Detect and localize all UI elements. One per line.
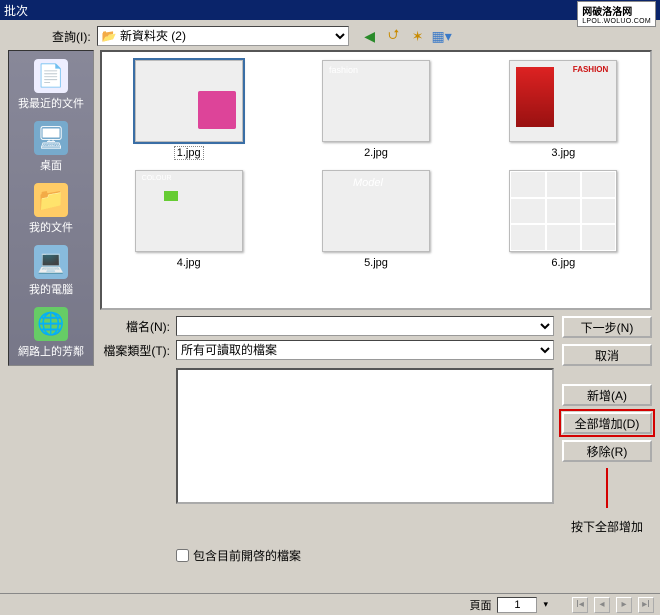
lookup-label: 查詢(I): [52, 28, 91, 45]
thumbnail-pane[interactable]: 1.jpg 2.jpg 3.jpg 4.jpg [100, 50, 652, 310]
places-sidebar: 📄 我最近的文件 🖥 桌面 📁 我的文件 💻 我的電腦 🌐 網路上 [8, 50, 94, 366]
statusbar: 頁面 ▾ I◂ ◂ ▸ ▸I [0, 593, 660, 615]
next-button[interactable]: 下一步(N) [562, 316, 652, 338]
sidebar-place-network[interactable]: 🌐 網路上的芳鄰 [18, 307, 84, 359]
titlebar: 批次 网破洛洛网 LPOL.WOLUO.COM [0, 0, 660, 20]
annotation-text: 按下全部增加 [562, 518, 652, 535]
remove-button[interactable]: 移除(R) [562, 440, 652, 462]
nav-icons: ◀ ⮍ ✶ ▦▾ [361, 27, 451, 45]
new-folder-icon[interactable]: ✶ [409, 27, 427, 45]
thumb-item[interactable]: 1.jpg [110, 60, 267, 160]
view-mode-icon[interactable]: ▦▾ [433, 27, 451, 45]
thumb-caption: 3.jpg [548, 146, 578, 160]
network-places-icon: 🌐 [34, 307, 68, 341]
thumb-item[interactable]: 6.jpg [485, 170, 642, 270]
page-label: 頁面 [469, 597, 491, 613]
thumb-caption: 2.jpg [361, 146, 391, 160]
sidebar-place-label: 我最近的文件 [18, 95, 84, 111]
include-open-label: 包含目前開啓的檔案 [193, 547, 301, 564]
thumb-caption: 4.jpg [174, 256, 204, 270]
dialog-body: 查詢(I): 📂 新資料夾 (2) ◀ ⮍ ✶ ▦▾ 📄 我最近的文件 🖥 桌面 [0, 20, 660, 593]
thumb-image [322, 60, 430, 142]
thumb-caption: 6.jpg [548, 256, 578, 270]
include-open-checkbox[interactable] [176, 549, 189, 562]
sidebar-place-label: 桌面 [40, 157, 62, 173]
thumb-caption: 1.jpg [174, 146, 204, 160]
last-page-button[interactable]: ▸I [638, 597, 654, 613]
thumb-item[interactable]: 5.jpg [297, 170, 454, 270]
filetype-select[interactable]: 所有可讀取的檔案 [176, 340, 554, 360]
thumb-image [322, 170, 430, 252]
filename-label: 檔名(N): [100, 318, 170, 335]
include-open-row: 包含目前開啓的檔案 [176, 547, 652, 564]
add-all-button[interactable]: 全部增加(D) [562, 412, 652, 434]
filetype-label: 檔案類型(T): [100, 342, 170, 359]
window-title: 批次 [4, 2, 28, 19]
sidebar-place-recent[interactable]: 📄 我最近的文件 [18, 59, 84, 111]
thumb-image [509, 60, 617, 142]
sidebar-place-label: 我的電腦 [29, 281, 73, 297]
thumb-item[interactable]: 3.jpg [485, 60, 642, 160]
my-computer-icon: 💻 [34, 245, 68, 279]
lookup-select[interactable]: 📂 新資料夾 (2) [97, 26, 349, 46]
add-button[interactable]: 新增(A) [562, 384, 652, 406]
thumb-item[interactable]: 4.jpg [110, 170, 267, 270]
watermark-badge: 网破洛洛网 LPOL.WOLUO.COM [577, 1, 656, 27]
buttons-column: 下一步(N) 取消 新增(A) 全部增加(D) 移除(R) 按下全部增加 [562, 316, 652, 535]
next-page-button[interactable]: ▸ [616, 597, 632, 613]
thumb-image [509, 170, 617, 252]
back-icon[interactable]: ◀ [361, 27, 379, 45]
up-folder-icon[interactable]: ⮍ [385, 27, 403, 45]
thumb-image [135, 60, 243, 142]
thumb-image [135, 170, 243, 252]
recent-docs-icon: 📄 [34, 59, 68, 93]
prev-page-button[interactable]: ◂ [594, 597, 610, 613]
page-dropdown-icon[interactable]: ▾ [543, 599, 548, 610]
selected-files-listbox[interactable] [176, 368, 554, 504]
filename-input[interactable] [176, 316, 554, 336]
first-page-button[interactable]: I◂ [572, 597, 588, 613]
thumb-item[interactable]: 2.jpg [297, 60, 454, 160]
sidebar-place-mycomputer[interactable]: 💻 我的電腦 [29, 245, 73, 297]
thumb-caption: 5.jpg [361, 256, 391, 270]
sidebar-place-desktop[interactable]: 🖥 桌面 [34, 121, 68, 173]
page-input[interactable] [497, 597, 537, 613]
sidebar-place-label: 網路上的芳鄰 [18, 343, 84, 359]
annotation-line [606, 468, 608, 508]
my-documents-icon: 📁 [34, 183, 68, 217]
sidebar-place-mydocs[interactable]: 📁 我的文件 [29, 183, 73, 235]
desktop-icon: 🖥 [34, 121, 68, 155]
lookup-row: 查詢(I): 📂 新資料夾 (2) ◀ ⮍ ✶ ▦▾ [52, 26, 652, 46]
sidebar-place-label: 我的文件 [29, 219, 73, 235]
cancel-button[interactable]: 取消 [562, 344, 652, 366]
